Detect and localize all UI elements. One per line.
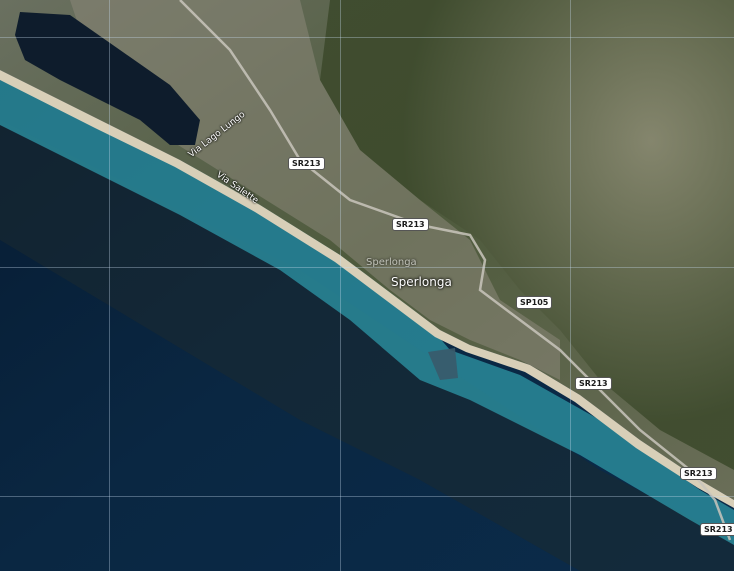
road-shield-sr213[interactable]: SR213 [680,467,717,480]
grid-line-vertical [340,0,341,571]
grid-line-horizontal [0,37,734,38]
grid-line-horizontal [0,496,734,497]
satellite-map[interactable]: Via Lago Lungo Via Salette Sperlonga Spe… [0,0,734,571]
road-shield-sr213[interactable]: SR213 [700,523,734,536]
road-shield-sr213[interactable]: SR213 [288,157,325,170]
grid-line-vertical [570,0,571,571]
road-shield-sr213[interactable]: SR213 [392,218,429,231]
place-label-sperlonga[interactable]: Sperlonga [391,275,452,289]
satellite-imagery [0,0,734,571]
road-shield-sp105[interactable]: SP105 [516,296,553,309]
place-label-ghost: Sperlonga [366,257,417,268]
road-shield-sr213[interactable]: SR213 [575,377,612,390]
grid-line-vertical [109,0,110,571]
